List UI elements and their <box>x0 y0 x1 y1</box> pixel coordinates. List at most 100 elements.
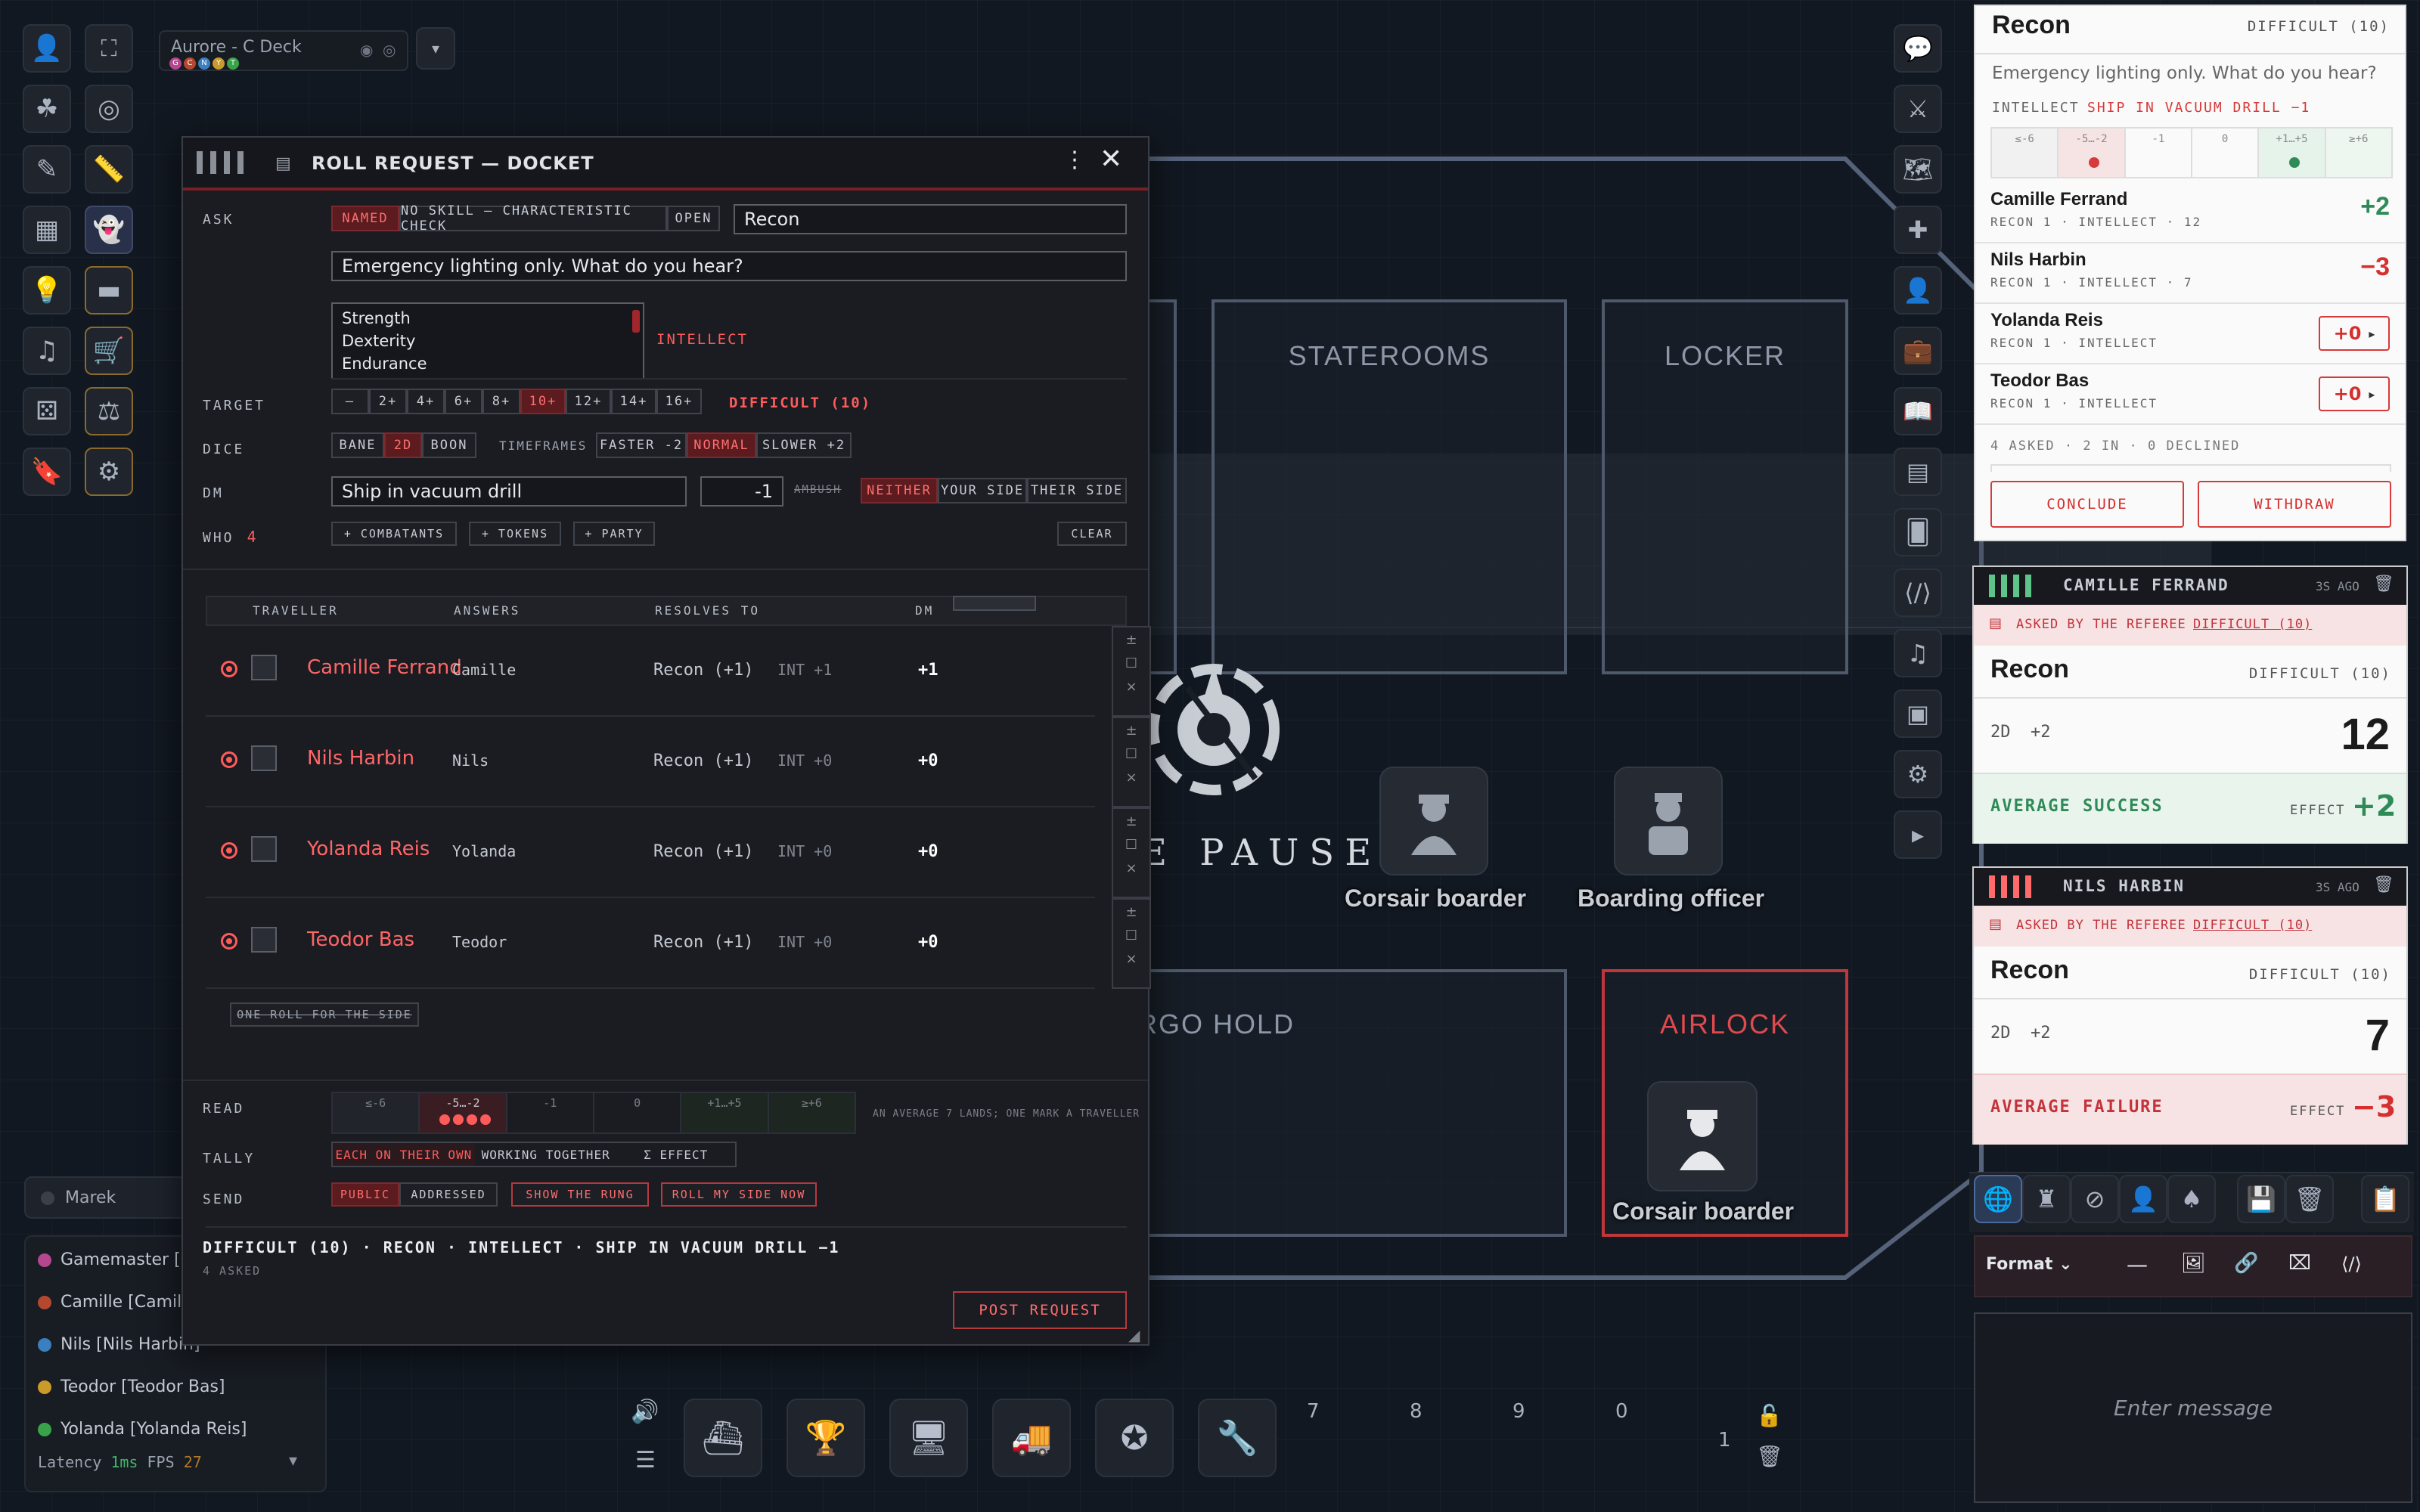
column-resize-handle[interactable] <box>953 596 1036 611</box>
row-side-controls[interactable]: ± ☐ × <box>1112 626 1151 717</box>
token-corsair-boarder-1[interactable] <box>1379 767 1488 875</box>
hotbar-slot-ship-icon[interactable]: ⛴ <box>684 1399 762 1477</box>
traveller-checkbox[interactable] <box>251 836 277 862</box>
ghost-icon[interactable]: 👻 <box>85 206 133 254</box>
prompt-input[interactable]: Emergency lighting only. What do you hea… <box>331 251 1127 281</box>
ambush-their-side[interactable]: THEIR SIDE <box>1027 478 1127 503</box>
target-option[interactable]: 6+ <box>445 389 482 414</box>
one-roll-for-side-button[interactable]: ONE ROLL FOR THE SIDE <box>230 1002 419 1027</box>
hotbar-slot-emblem-icon[interactable]: ✪ <box>1095 1399 1174 1477</box>
hotbar-lock-icon[interactable]: 🔓 <box>1756 1403 1782 1428</box>
ask-mode-open[interactable]: OPEN <box>667 206 720 231</box>
target-option[interactable]: 14+ <box>611 389 656 414</box>
add-combatants-button[interactable]: + COMBATANTS <box>331 522 457 546</box>
target-option[interactable]: — <box>331 389 369 414</box>
close-icon[interactable]: ✕ <box>1100 144 1122 175</box>
macros-code-icon[interactable]: ⟨/⟩ <box>1894 569 1942 617</box>
items-suitcase-icon[interactable]: 💼 <box>1894 327 1942 375</box>
hotbar-slot-wrench-icon[interactable]: 🔧 <box>1198 1399 1277 1477</box>
delete-trash-icon[interactable]: 🗑 <box>2285 1175 2334 1223</box>
adjust-icon[interactable]: ± <box>1113 904 1150 920</box>
traveller-radio[interactable] <box>221 842 237 859</box>
read-band[interactable]: -1 <box>507 1093 594 1132</box>
row-side-controls[interactable]: ± ☐ × <box>1112 807 1151 898</box>
player-gamemaster[interactable]: Gamemaster [G <box>38 1250 194 1269</box>
hotbar-slot-trophy-icon[interactable]: 🏆 <box>786 1399 865 1477</box>
request-row[interactable]: Nils Harbin RECON 1 · INTELLECT · 7 −3 <box>1975 243 2405 304</box>
add-tokens-button[interactable]: + TOKENS <box>469 522 561 546</box>
characteristic-option[interactable]: Strength <box>342 307 634 330</box>
read-band-marked[interactable]: -5…-2 <box>420 1093 507 1132</box>
read-band[interactable]: +1…+5 <box>681 1093 769 1132</box>
select-scrollbar[interactable] <box>632 310 640 333</box>
roll-for-button[interactable]: +0 ▸ <box>2319 316 2390 351</box>
playlists-music-icon[interactable]: ♫ <box>1894 629 1942 677</box>
chat-icon[interactable]: 💬 <box>1894 24 1942 73</box>
traveller-row[interactable]: Teodor Bas Teodor Recon (+1) INT +0 +0 <box>206 898 1095 989</box>
eye-icon[interactable]: ◉ <box>360 41 373 59</box>
timeframe-normal[interactable]: NORMAL <box>687 432 756 458</box>
remove-icon[interactable]: × <box>1113 860 1150 876</box>
dice-boon[interactable]: BOON <box>422 432 476 458</box>
traveller-row[interactable]: Camille Ferrand Camille Recon (+1) INT +… <box>206 626 1095 717</box>
toggle-icon[interactable]: ☐ <box>1113 746 1150 762</box>
cart-icon[interactable]: 🛒 <box>85 327 133 375</box>
actors-person-icon[interactable]: 👤 <box>1894 266 1942 314</box>
target-icon[interactable]: ◎ <box>85 85 133 133</box>
private-gm-icon[interactable]: ♜ <box>2022 1175 2071 1223</box>
settings-gears-icon[interactable]: ⚙ <box>1894 750 1942 798</box>
target-option[interactable]: 8+ <box>482 389 520 414</box>
bookmark-icon[interactable]: 🔖 <box>23 448 71 496</box>
remove-icon[interactable]: × <box>1113 770 1150 785</box>
dm-text-input[interactable]: Ship in vacuum drill <box>331 476 687 507</box>
skill-input[interactable]: Recon <box>734 204 1127 234</box>
show-rung-button[interactable]: SHOW THE RUNG <box>511 1182 649 1207</box>
adjust-icon[interactable]: ± <box>1113 813 1150 829</box>
roll-my-side-button[interactable]: ROLL MY SIDE NOW <box>661 1182 817 1207</box>
tiles-icon[interactable]: ☘ <box>23 85 71 133</box>
hotbar-slot-computer-icon[interactable]: 🖥 <box>889 1399 968 1477</box>
add-party-button[interactable]: + PARTY <box>573 522 655 546</box>
traveller-row[interactable]: Yolanda Reis Yolanda Recon (+1) INT +0 +… <box>206 807 1095 898</box>
dialog-header[interactable]: ▤ ROLL REQUEST — DOCKET ⋮ ✕ <box>183 138 1148 191</box>
scene-selector[interactable]: Aurore - C Deck G C N Y T ◉ ◎ <box>159 30 408 71</box>
toggle-icon[interactable]: ☐ <box>1113 928 1150 943</box>
read-bands[interactable]: ≤-6 -5…-2 -1 0 +1…+5 ≥+6 <box>331 1092 856 1134</box>
export-clipboard-icon[interactable]: 📋 <box>2361 1175 2409 1223</box>
request-row[interactable]: Teodor Bas RECON 1 · INTELLECT +0 ▸ <box>1975 364 2405 425</box>
adjust-icon[interactable]: ± <box>1113 723 1150 739</box>
image-icon[interactable]: 🖼 <box>2181 1252 2206 1275</box>
puzzle-icon[interactable]: ✚ <box>1894 206 1942 254</box>
hotbar-slot-cargo-icon[interactable]: 🚚 <box>992 1399 1071 1477</box>
speaker-icon[interactable]: ♠ <box>2167 1175 2216 1223</box>
withdraw-button[interactable]: WITHDRAW <box>2198 481 2391 528</box>
characteristic-option[interactable]: Endurance <box>342 352 634 375</box>
roll-for-button[interactable]: +0 ▸ <box>2319 376 2390 411</box>
dm-value-input[interactable]: -1 <box>700 476 783 507</box>
link-icon[interactable]: 🔗 <box>2234 1252 2258 1275</box>
lightbulb-icon[interactable]: 💡 <box>23 266 71 314</box>
player-camille[interactable]: Camille [Camill <box>38 1293 186 1312</box>
tally-each[interactable]: EACH ON THEIR OWN <box>333 1143 475 1166</box>
music-icon[interactable]: ♫ <box>23 327 71 375</box>
token-controls-person-icon[interactable]: 👤 <box>23 24 71 73</box>
traveller-checkbox[interactable] <box>251 655 277 680</box>
send-addressed[interactable]: ADDRESSED <box>399 1182 498 1207</box>
token-corsair-boarder-2[interactable] <box>1647 1081 1758 1191</box>
fullscreen-icon[interactable]: ⛶ <box>85 24 133 73</box>
dice-icon[interactable]: ⚄ <box>23 387 71 435</box>
drag-handle-icon[interactable] <box>197 151 244 174</box>
tally-options[interactable]: EACH ON THEIR OWN WORKING TOGETHER Σ EFF… <box>331 1142 737 1167</box>
traveller-radio[interactable] <box>221 751 237 768</box>
read-band[interactable]: 0 <box>594 1093 682 1132</box>
draw-pencil-icon[interactable]: ✎ <box>23 145 71 194</box>
record-icon[interactable]: ◎ <box>383 41 396 59</box>
trash-icon[interactable]: 🗑 <box>2373 875 2394 894</box>
clear-button[interactable]: CLEAR <box>1057 522 1127 546</box>
request-row[interactable]: Yolanda Reis RECON 1 · INTELLECT +0 ▸ <box>1975 304 2405 364</box>
adjust-icon[interactable]: ± <box>1113 632 1150 648</box>
collapse-sidebar-icon[interactable]: ▸ <box>1894 810 1942 859</box>
compendium-icon[interactable]: ▣ <box>1894 689 1942 738</box>
roll-card-asked-link[interactable]: DIFFICULT (10) <box>2193 918 2312 933</box>
remove-icon[interactable]: × <box>1113 679 1150 695</box>
